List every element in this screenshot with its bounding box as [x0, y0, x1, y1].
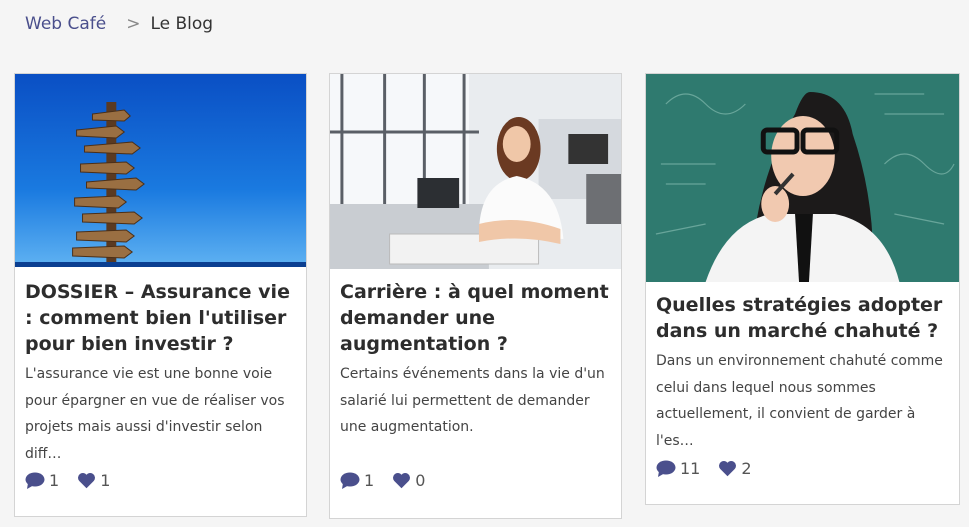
post-meta: 11 2: [656, 459, 770, 478]
breadcrumb-home-link[interactable]: Web Café: [25, 13, 106, 35]
post-image-chalkboard-woman[interactable]: [646, 74, 959, 282]
comment-bubble-icon: [25, 472, 45, 489]
post-title[interactable]: Quelles stratégies adopter dans un march…: [656, 292, 949, 344]
comments-count-value: 11: [680, 459, 701, 478]
post-image-office-woman[interactable]: [330, 74, 621, 269]
blog-card[interactable]: Quelles stratégies adopter dans un march…: [645, 73, 960, 505]
likes-count-value: 1: [100, 471, 111, 490]
post-title[interactable]: DOSSIER – Assurance vie : comment bien l…: [25, 279, 296, 357]
blog-card[interactable]: Carrière : à quel moment demander une au…: [329, 73, 622, 519]
likes-count[interactable]: 1: [77, 471, 110, 490]
post-excerpt: L'assurance vie est une bonne voie pour …: [25, 366, 285, 462]
comments-count[interactable]: 1: [340, 471, 374, 490]
comments-count-value: 1: [49, 471, 60, 490]
post-excerpt: Certains événements dans la vie d'un sal…: [340, 366, 605, 435]
post-title[interactable]: Carrière : à quel moment demander une au…: [340, 279, 611, 357]
comments-count-value: 1: [364, 471, 375, 490]
post-excerpt: Dans un environnement chahuté comme celu…: [656, 353, 943, 449]
blog-card[interactable]: DOSSIER – Assurance vie : comment bien l…: [14, 73, 307, 517]
likes-count[interactable]: 2: [718, 459, 752, 478]
comment-bubble-icon: [340, 472, 360, 489]
breadcrumb-current: Le Blog: [150, 14, 214, 34]
breadcrumb: Web Café > Le Blog: [25, 13, 213, 35]
comments-count[interactable]: 11: [656, 459, 700, 478]
breadcrumb-separator: >: [126, 14, 141, 34]
post-meta: 1 0: [340, 471, 443, 490]
post-image-signpost[interactable]: [15, 74, 306, 267]
comment-bubble-icon: [656, 460, 676, 477]
heart-icon: [78, 472, 96, 489]
likes-count-value: 2: [741, 459, 752, 478]
post-meta: 1 1: [25, 471, 128, 490]
heart-icon: [719, 460, 737, 477]
likes-count[interactable]: 0: [392, 471, 425, 490]
likes-count-value: 0: [415, 471, 426, 490]
comments-count[interactable]: 1: [25, 471, 59, 490]
heart-icon: [393, 472, 411, 489]
